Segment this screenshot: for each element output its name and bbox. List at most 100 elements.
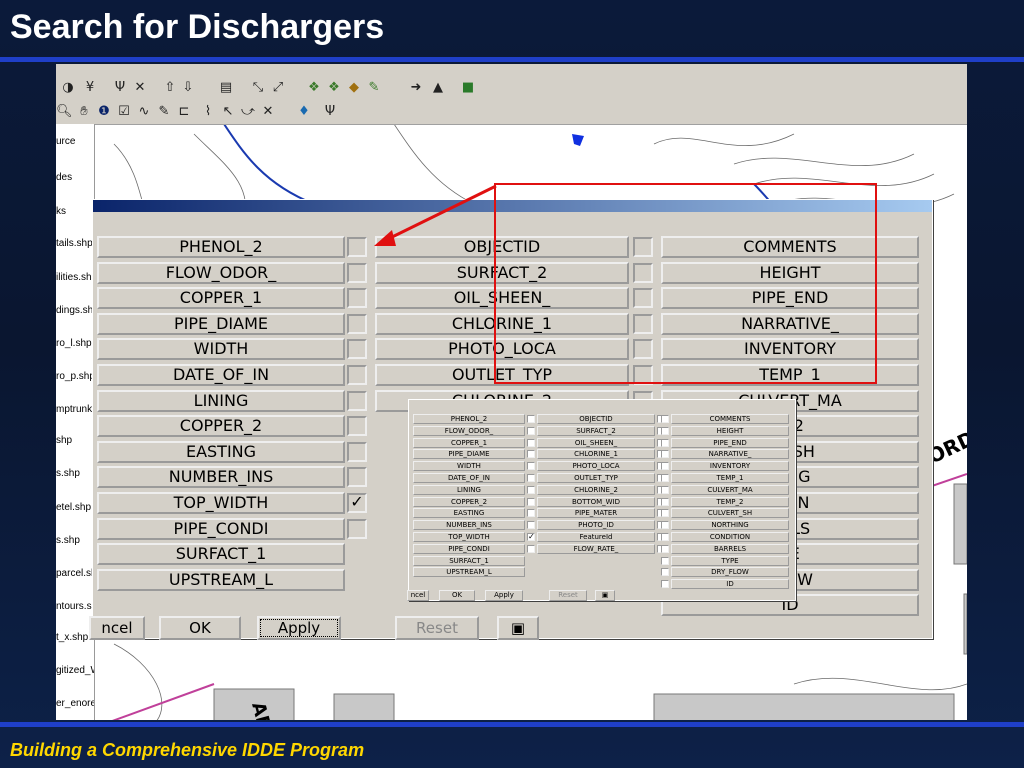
reset-button[interactable]: Reset — [395, 616, 479, 640]
layer-item[interactable]: er_enoree_lc — [56, 698, 94, 709]
field-checkbox[interactable] — [347, 237, 367, 257]
field-checkbox[interactable]: ✓ — [347, 493, 367, 513]
layers-add-icon[interactable]: ❖ — [326, 80, 342, 96]
layer-item[interactable]: dings.shp — [56, 305, 94, 316]
layer-item[interactable]: gitized_Wate — [56, 665, 94, 676]
measure-icon[interactable]: ✎ — [156, 104, 172, 120]
layer-item[interactable]: des — [56, 172, 72, 183]
field-checkbox[interactable] — [347, 441, 367, 462]
inset-field-checkbox[interactable] — [527, 462, 535, 471]
layer-item[interactable]: ilities.shp — [56, 272, 94, 283]
field-checkbox[interactable] — [347, 390, 367, 411]
line-icon[interactable]: ∿ — [136, 104, 152, 120]
field-button[interactable]: UPSTREAM_L — [97, 568, 345, 591]
inset-field-button[interactable]: TEMP_2 — [671, 496, 789, 507]
inset-field-checkbox[interactable] — [661, 438, 669, 447]
inset-field-button[interactable]: FLOW_ODOR_ — [413, 425, 525, 436]
inset-field-button[interactable]: TEMP_1 — [671, 473, 789, 483]
inset-field-checkbox[interactable] — [661, 497, 669, 506]
field-button[interactable]: SURFACT_1 — [97, 543, 345, 566]
layer-item[interactable]: parcel.sh — [56, 568, 94, 579]
inset-field-button[interactable]: HEIGHT — [671, 425, 789, 436]
inset-field-checkbox[interactable] — [527, 509, 535, 518]
inset-field-button[interactable]: PIPE_CONDI — [413, 543, 525, 554]
field-button[interactable]: LINING — [97, 389, 345, 412]
expand-icon[interactable]: ⤢ — [270, 80, 286, 96]
inset-field-button[interactable]: UPSTREAM_L — [413, 567, 525, 578]
trace-icon[interactable]: ⤻ — [240, 104, 256, 120]
vertex-icon[interactable]: ⌇ — [200, 104, 216, 120]
inset-field-button[interactable]: CONDITION — [671, 532, 789, 542]
identify-icon[interactable]: ❶ — [96, 104, 112, 120]
help-button[interactable]: ▣ — [497, 616, 539, 640]
inset-field-checkbox[interactable] — [661, 544, 669, 553]
field-button[interactable]: EASTING — [97, 440, 345, 463]
pan-hand-icon[interactable]: ✋︎ — [76, 104, 92, 120]
field-checkbox[interactable] — [347, 339, 367, 360]
inset-field-button[interactable]: BARRELS — [671, 543, 789, 554]
table-icon[interactable]: ▤ — [218, 80, 234, 96]
inset-field-button[interactable]: SURFACT_1 — [413, 555, 525, 566]
inset-apply-button[interactable]: Apply — [485, 590, 523, 601]
inset-reset-button[interactable]: Reset — [549, 590, 587, 601]
arrow-down-icon[interactable]: ⇩ — [180, 80, 196, 96]
inset-field-checkbox[interactable] — [661, 415, 669, 423]
layer-item[interactable]: tails.shp — [56, 238, 93, 249]
inset-field-checkbox[interactable] — [661, 474, 669, 482]
inset-field-checkbox[interactable] — [527, 426, 535, 435]
inset-field-checkbox[interactable] — [661, 485, 669, 494]
field-button[interactable]: DATE_OF_IN — [97, 364, 345, 386]
inset-field-checkbox[interactable]: ✓ — [527, 533, 535, 541]
inset-field-button[interactable]: EASTING — [413, 508, 525, 519]
globe-icon[interactable]: ◑ — [60, 80, 76, 96]
inset-field-button[interactable]: OUTLET_TYP — [537, 473, 655, 483]
inset-field-checkbox[interactable] — [527, 521, 535, 530]
inset-field-checkbox[interactable] — [661, 509, 669, 518]
edit-theme-icon[interactable]: ✎ — [366, 80, 382, 96]
inset-field-checkbox[interactable] — [661, 521, 669, 530]
inset-field-checkbox[interactable] — [527, 497, 535, 506]
field-button[interactable]: WIDTH — [97, 338, 345, 361]
tree-select-icon[interactable]: Ψ — [112, 80, 128, 96]
field-checkbox[interactable] — [347, 288, 367, 309]
field-button[interactable]: COPPER_2 — [97, 415, 345, 438]
inset-field-button[interactable]: CHLORINE_1 — [537, 449, 655, 460]
layer-item[interactable]: ks — [56, 206, 66, 217]
field-button[interactable]: TOP_WIDTH — [97, 492, 345, 514]
layer-item[interactable]: shp — [56, 435, 72, 446]
field-checkbox[interactable] — [347, 262, 367, 283]
draw-icon[interactable]: ↖ — [220, 104, 236, 120]
layer-item[interactable]: s.shp — [56, 535, 80, 546]
inset-field-checkbox[interactable] — [661, 426, 669, 435]
layer-item[interactable]: ro_p.shp — [56, 371, 94, 382]
inset-ok-button[interactable]: OK — [439, 590, 475, 601]
inset-field-checkbox[interactable] — [527, 544, 535, 553]
inset-field-button[interactable]: COMMENTS — [671, 414, 789, 424]
inset-field-button[interactable]: PHOTO_ID — [537, 520, 655, 531]
inset-field-checkbox[interactable] — [661, 568, 669, 577]
field-button[interactable]: PIPE_DIAME — [97, 312, 345, 335]
delete-icon[interactable]: ✕ — [260, 104, 276, 120]
layer-item[interactable]: s.shp — [56, 468, 80, 479]
field-checkbox[interactable] — [347, 416, 367, 437]
field-checkbox[interactable] — [347, 518, 367, 539]
inset-field-checkbox[interactable] — [527, 415, 535, 423]
layer-item[interactable]: t_x.shp — [56, 632, 88, 643]
inset-field-checkbox[interactable] — [661, 533, 669, 541]
layer-item[interactable]: urce — [56, 136, 75, 147]
field-button[interactable]: PHENOL_2 — [97, 236, 345, 258]
cancel-button[interactable]: ncel — [89, 616, 145, 640]
inset-field-checkbox[interactable] — [527, 438, 535, 447]
inset-field-button[interactable]: FeatureId — [537, 532, 655, 542]
select-icon[interactable]: ☑ — [116, 104, 132, 120]
inset-field-button[interactable]: PIPE_END — [671, 437, 789, 448]
map-icon[interactable]: ■ — [460, 80, 476, 96]
arrow-up-icon[interactable]: ⇧ — [162, 80, 178, 96]
inset-field-button[interactable]: SURFACT_2 — [537, 425, 655, 436]
shrink-icon[interactable]: ⤡ — [250, 80, 266, 96]
inset-field-button[interactable]: FLOW_RATE_ — [537, 543, 655, 554]
layers-icon[interactable]: ❖ — [306, 80, 322, 96]
field-checkbox[interactable] — [347, 313, 367, 334]
inset-field-button[interactable]: NARRATIVE_ — [671, 449, 789, 460]
field-checkbox[interactable] — [347, 467, 367, 488]
